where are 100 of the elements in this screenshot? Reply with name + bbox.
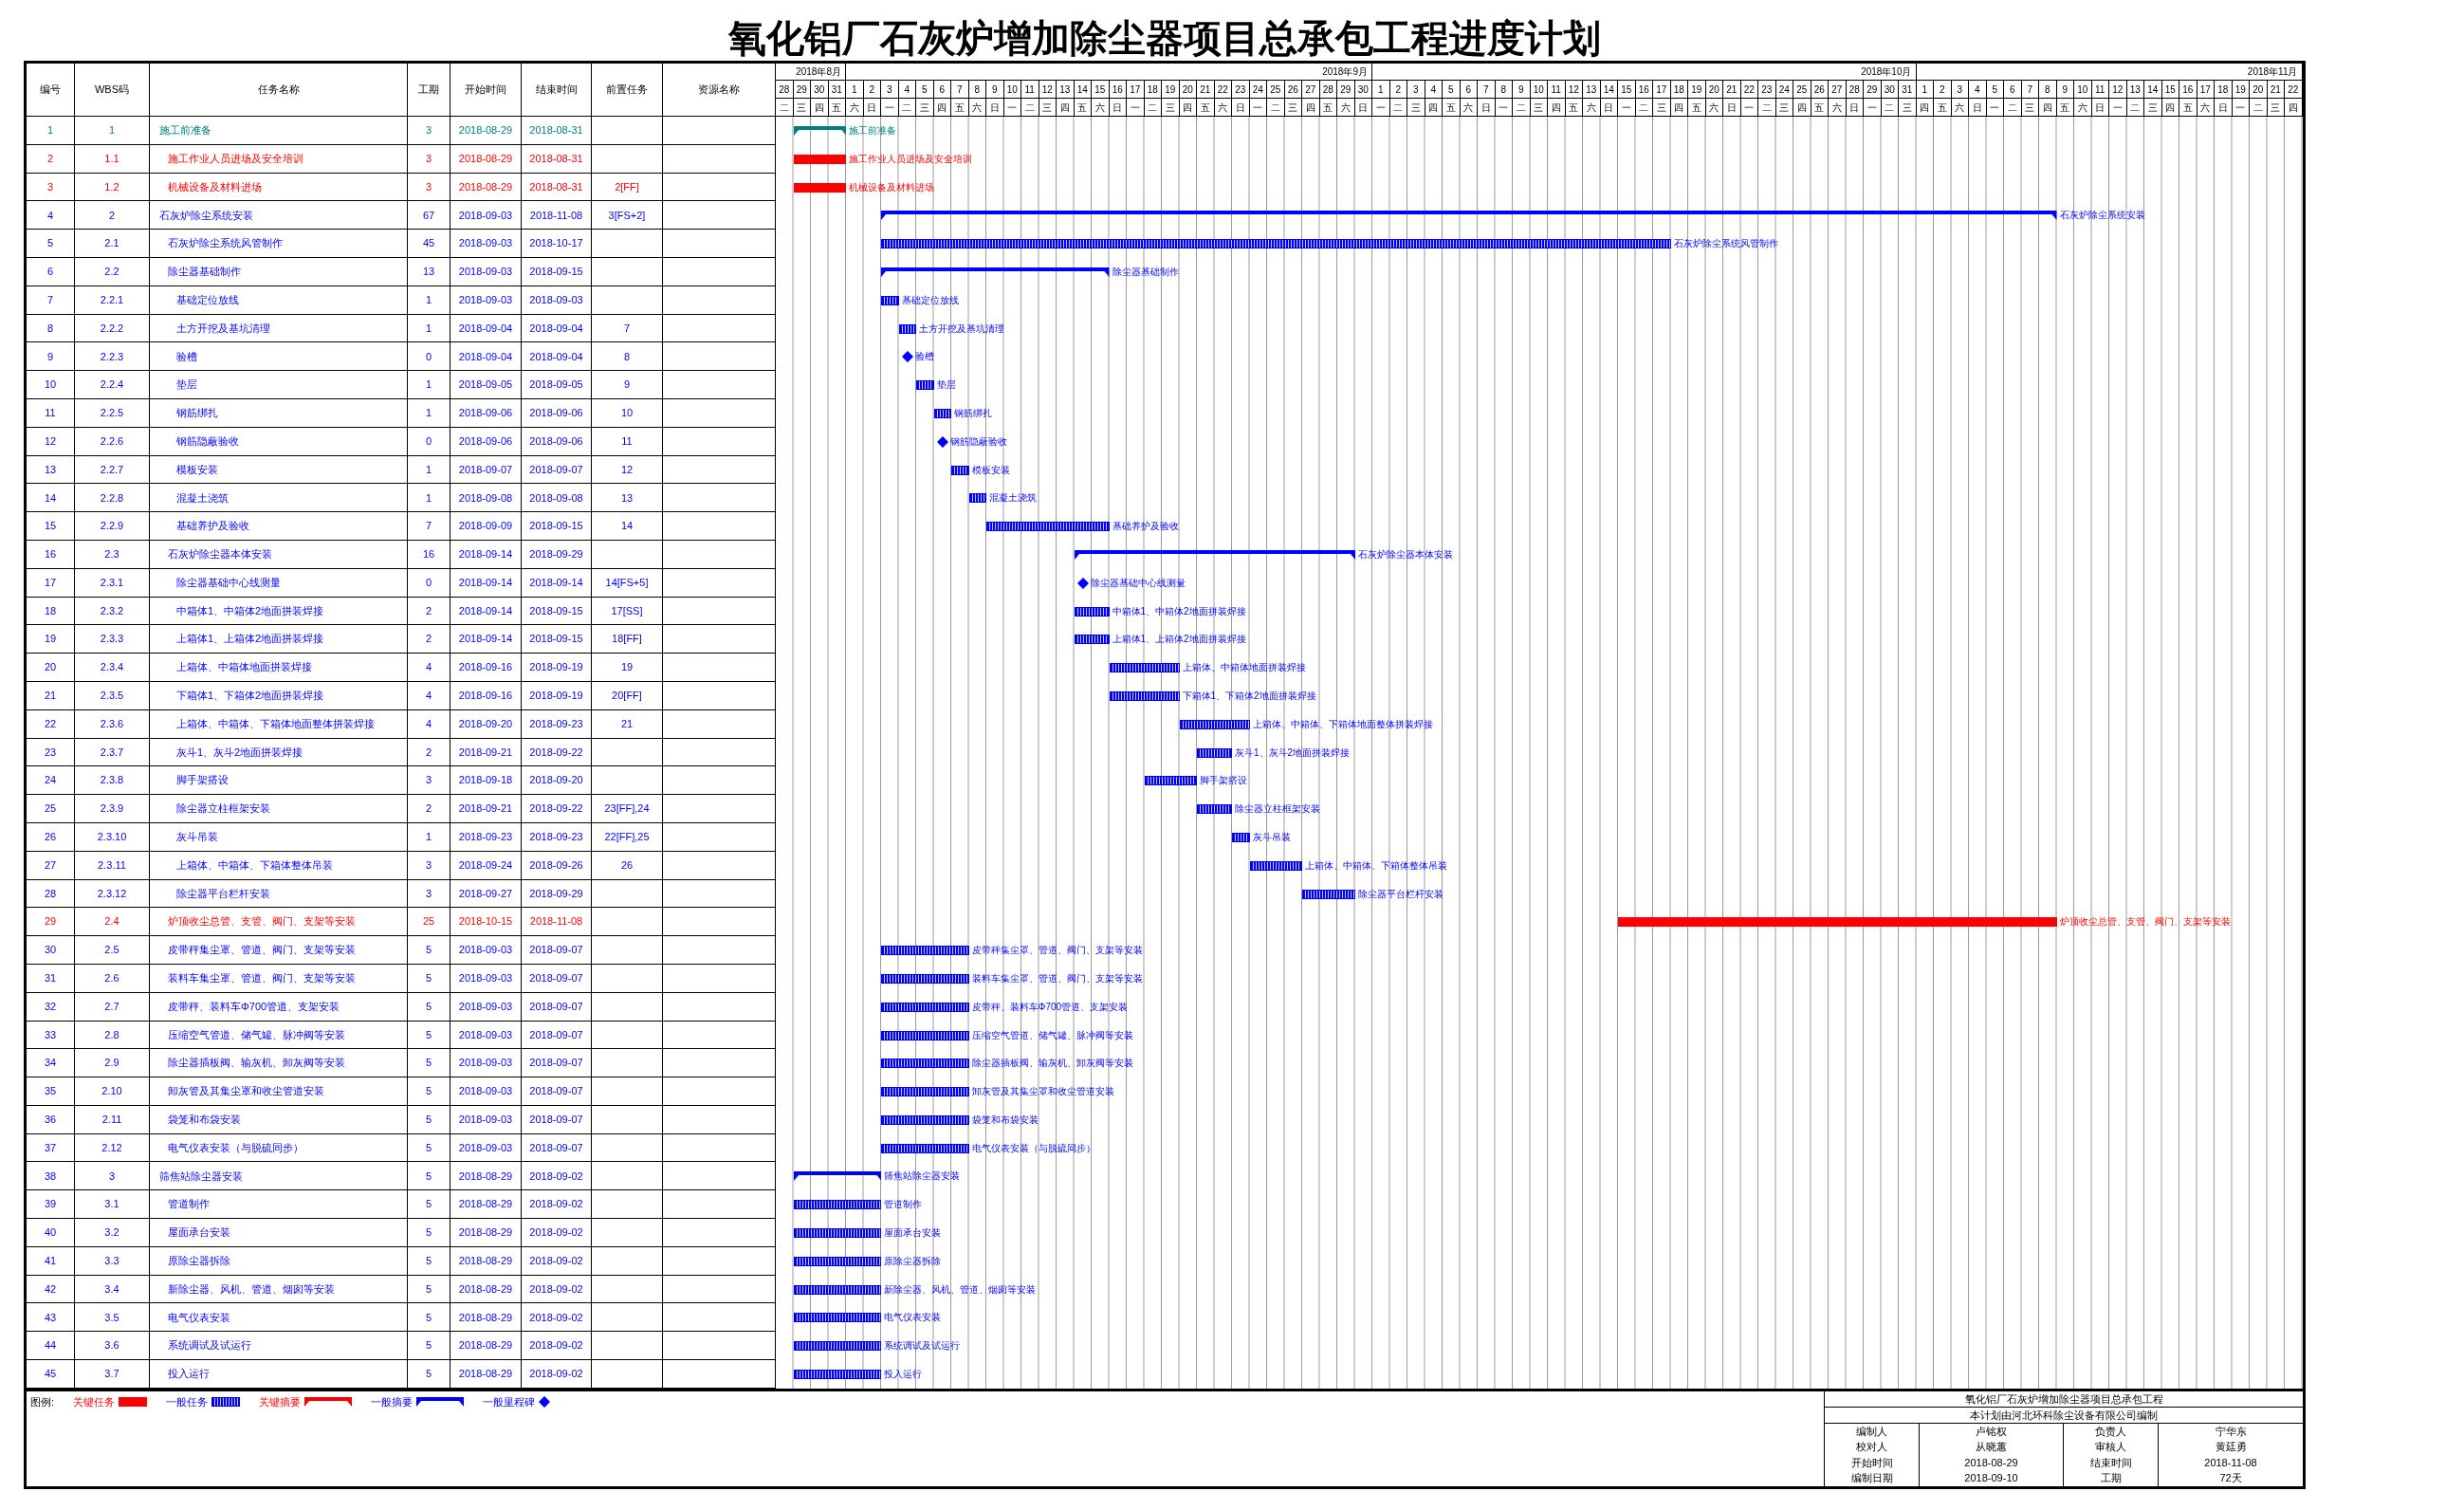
table-cell: 2018-09-03: [451, 1077, 522, 1106]
weekday-label: 二: [1389, 99, 1407, 116]
table-cell: 2: [408, 795, 451, 823]
month-label: 2018年10月: [1861, 65, 1912, 79]
table-cell: 3: [408, 144, 451, 174]
table-cell: 32: [27, 992, 75, 1022]
table-cell: 2: [27, 144, 75, 174]
bar-label: 施工前准备: [849, 126, 896, 136]
table-cell: 2018-09-03: [451, 285, 522, 315]
table-cell: 2018-09-06: [522, 398, 592, 428]
day-number: 9: [986, 81, 1004, 98]
table-cell: 3.3: [75, 1246, 150, 1276]
weekday-label: 三: [2021, 99, 2039, 116]
table-cell: 2.2.1: [75, 285, 150, 315]
table-cell: 2018-09-14: [451, 625, 522, 654]
table-cell: 31: [27, 964, 75, 993]
weekday-label: 五: [1443, 99, 1461, 116]
day-number: 28: [776, 81, 794, 98]
day-number: 18: [2215, 81, 2233, 98]
table-cell: 5: [408, 1021, 451, 1050]
table-cell: 2018-08-29: [451, 1162, 522, 1191]
weekday-label: 三: [1530, 99, 1548, 116]
month-label: 2018年8月: [796, 65, 841, 79]
table-cell: 12: [27, 427, 75, 456]
weekday-label: 二: [1635, 99, 1653, 116]
table-cell: 19: [27, 625, 75, 654]
weekday-label: 二: [1144, 99, 1162, 116]
table-cell: 24: [27, 766, 75, 796]
table-cell: 1: [408, 371, 451, 399]
day-number: 1: [1372, 81, 1390, 98]
day-number: 21: [1197, 81, 1215, 98]
table-cell: 5: [408, 992, 451, 1022]
day-number: 20: [1705, 81, 1723, 98]
weekday-label: 四: [1548, 99, 1566, 116]
task-name: 下箱体1、下箱体2地面拼装焊接: [176, 689, 324, 704]
task-name: 上箱体、中箱体、下箱体整体吊装: [176, 857, 333, 873]
task-name: 混凝土浇筑: [176, 490, 229, 506]
bar-label: 上箱体、中箱体地面拼装焊接: [1182, 663, 1306, 673]
day-number: 31: [828, 81, 846, 98]
table-cell: 2018-09-05: [522, 371, 592, 399]
bar-label: 袋笼和布袋安装: [971, 1114, 1039, 1125]
table-cell: 2: [75, 201, 150, 230]
weekday-label: 日: [1600, 99, 1618, 116]
table-cell: 12: [592, 455, 663, 485]
table-cell: 2018-09-02: [522, 1303, 592, 1333]
day-number: 17: [1653, 81, 1671, 98]
table-cell: 2018-09-20: [451, 709, 522, 739]
table-cell: 2.3: [75, 540, 150, 569]
weekday-label: 四: [1425, 99, 1443, 116]
table-cell: 2.11: [75, 1105, 150, 1134]
table-cell: 19: [592, 654, 663, 682]
column-header: 编号: [27, 64, 75, 117]
table-cell: 20[FF]: [592, 681, 663, 710]
table-cell: 3.7: [75, 1360, 150, 1389]
weekday-label: 一: [1495, 99, 1513, 116]
table-cell: 10: [592, 398, 663, 428]
table-cell: 1: [408, 484, 451, 513]
table-cell: 2018-09-09: [451, 512, 522, 541]
bar-label: 石灰炉除尘系统风管制作: [1673, 239, 1778, 249]
bar-label: 电气仪表安装: [884, 1313, 941, 1323]
weekday-label: 一: [1740, 99, 1758, 116]
table-cell: 1: [27, 117, 75, 145]
day-number: 10: [1530, 81, 1548, 98]
table-cell: 2018-09-23: [451, 822, 522, 852]
bar-label: 钢筋绑扎: [954, 408, 992, 418]
task-name: 卸灰管及其集尘罩和收尘管道安装: [168, 1084, 324, 1099]
weekday-label: 六: [1214, 99, 1232, 116]
table-cell: 3.6: [75, 1332, 150, 1361]
table-cell: 36: [27, 1105, 75, 1134]
task-name: 中箱体1、中箱体2地面拼装焊接: [176, 603, 324, 618]
column-header: 结束时间: [522, 64, 592, 117]
legend-label: 关键任务: [73, 1394, 116, 1409]
table-cell: 7: [27, 285, 75, 315]
day-number: 24: [1775, 81, 1793, 98]
table-cell: 14: [592, 512, 663, 541]
table-cell: 2018-09-04: [451, 314, 522, 343]
table-cell: 2.3.10: [75, 822, 150, 852]
table-cell: 2018-09-06: [522, 427, 592, 456]
weekday-label: 五: [1197, 99, 1215, 116]
table-cell: 9: [27, 342, 75, 372]
table-cell: 2018-09-04: [451, 342, 522, 372]
weekday-label: 二: [2004, 99, 2022, 116]
table-cell: 2.4: [75, 908, 150, 937]
task-name: 石灰炉除尘器本体安装: [168, 547, 272, 562]
table-cell: 5: [408, 1077, 451, 1106]
table-cell: 2018-09-15: [522, 625, 592, 654]
table-cell: 2018-09-03: [451, 964, 522, 993]
table-cell: 2018-09-02: [522, 1275, 592, 1304]
task-name: 脚手架搭设: [176, 773, 229, 788]
table-cell: 41: [27, 1246, 75, 1276]
table-cell: 2.3.9: [75, 795, 150, 823]
month-label: 2018年9月: [1322, 65, 1368, 79]
table-cell: 4: [408, 654, 451, 682]
weekday-label: 日: [2215, 99, 2233, 116]
table-cell: 2018-09-07: [522, 1105, 592, 1134]
info-cell-text: 黄廷勇: [2214, 1440, 2248, 1455]
table-cell: 4: [408, 709, 451, 739]
weekday-label: 四: [933, 99, 951, 116]
bar-label: 原除尘器拆除: [884, 1256, 941, 1266]
table-cell: 8: [27, 314, 75, 343]
